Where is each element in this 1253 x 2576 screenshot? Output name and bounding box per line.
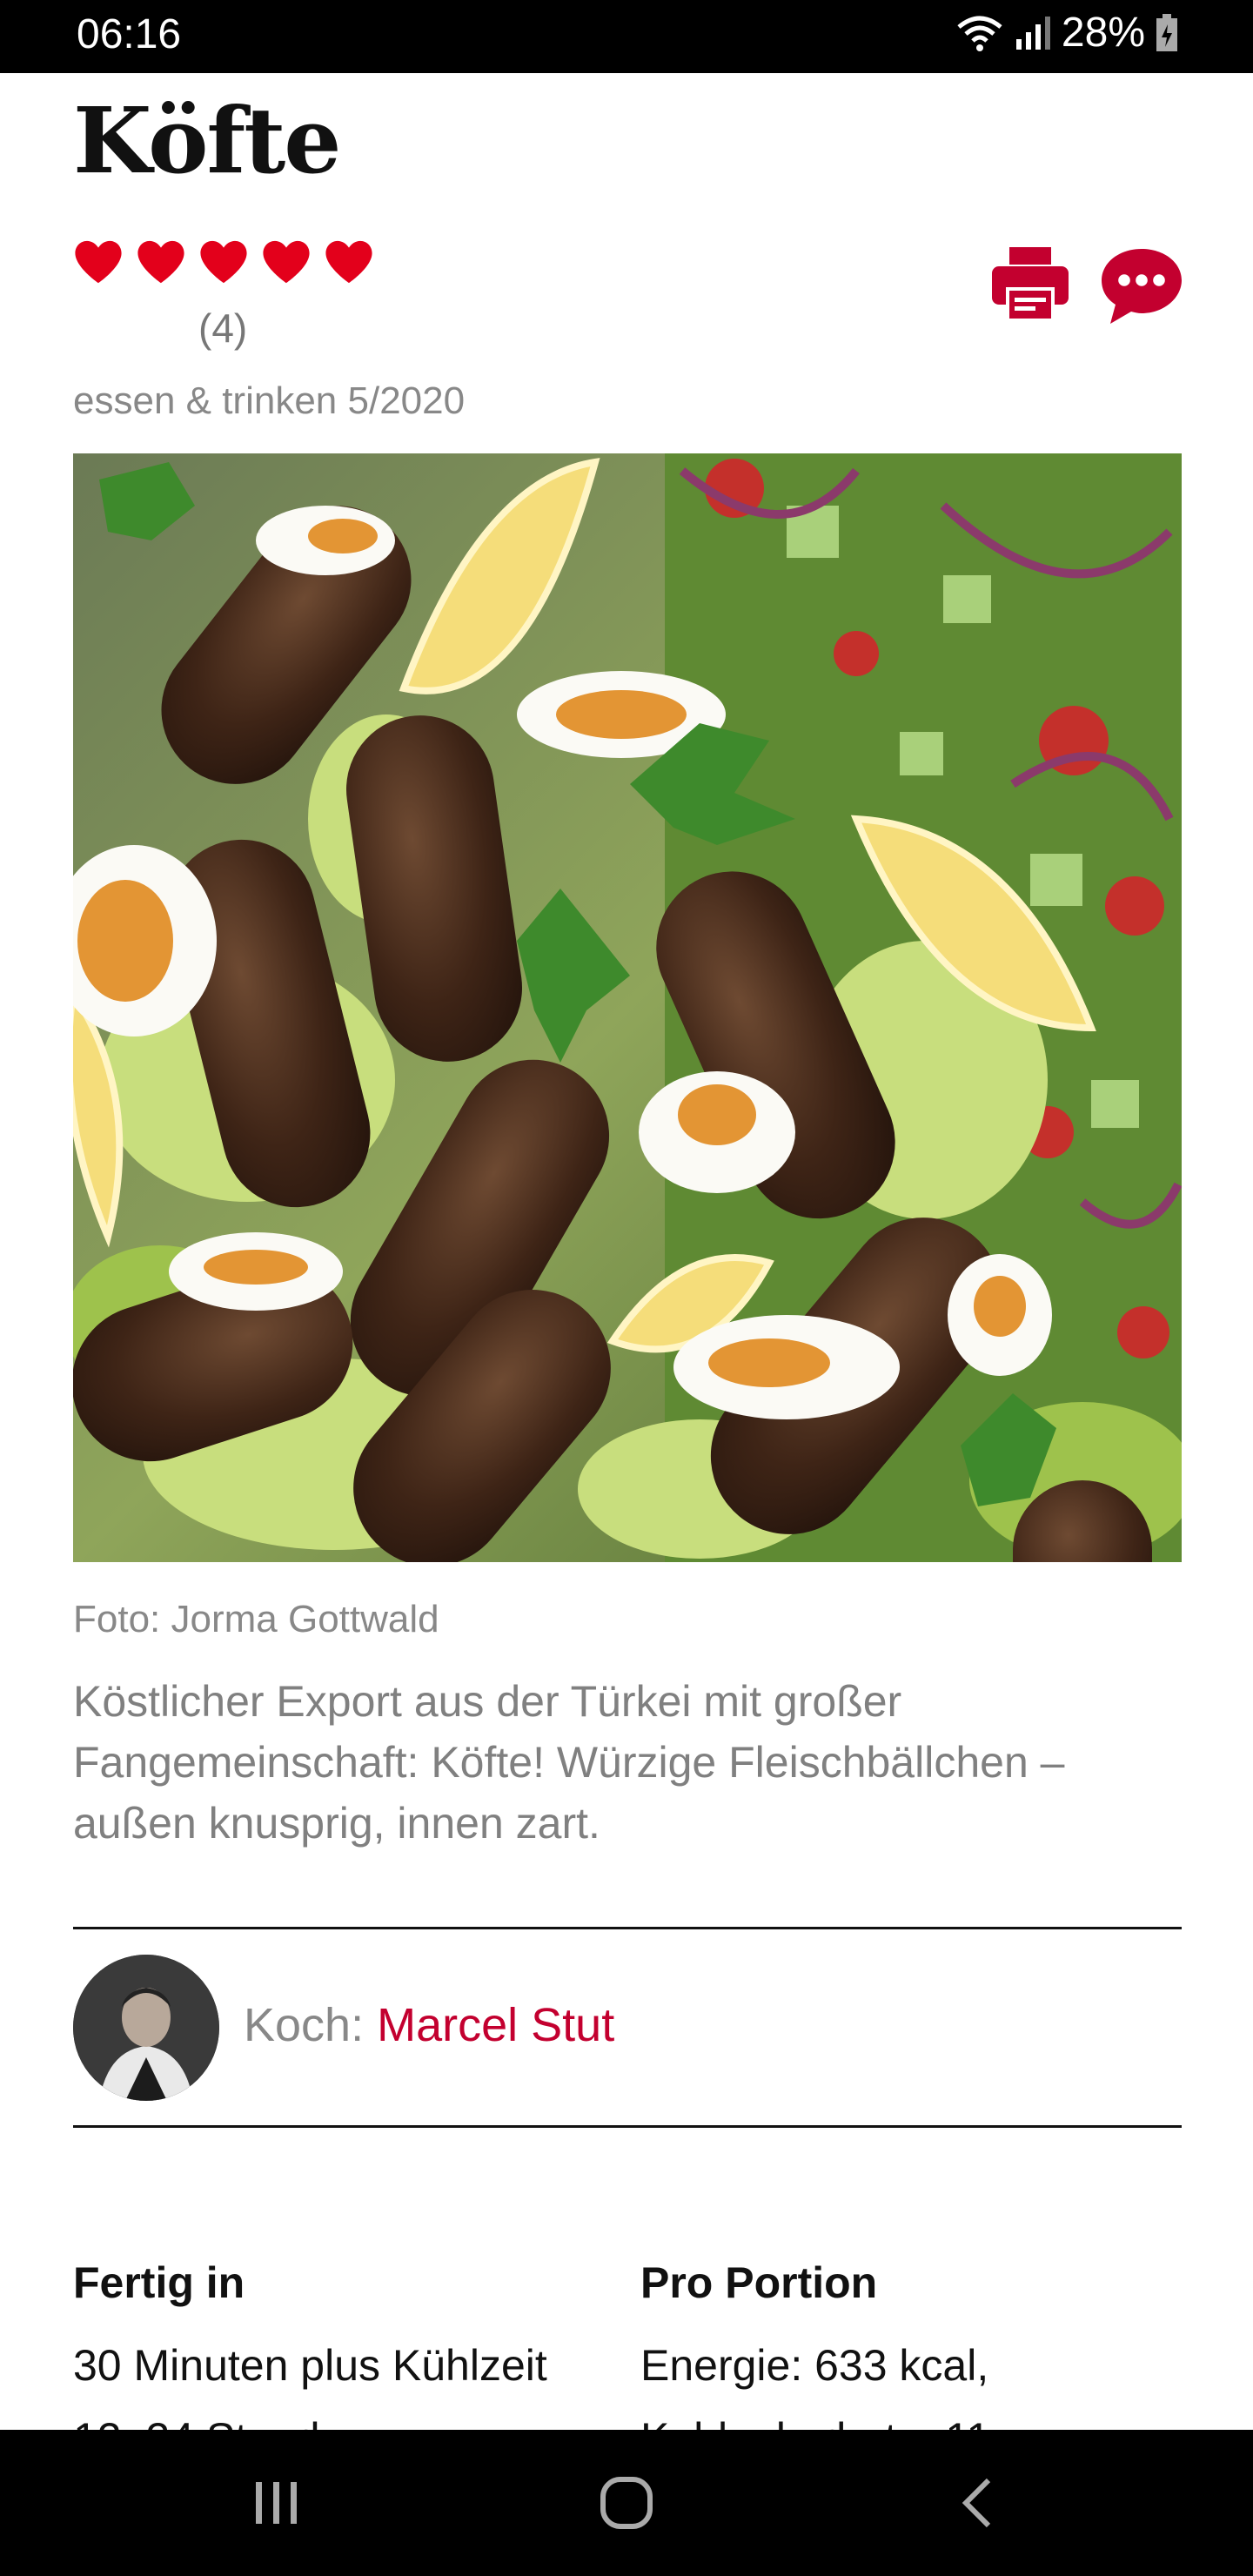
battery-icon (1156, 13, 1177, 51)
status-right: 28% (955, 9, 1178, 57)
recipe-description: Köstlicher Export aus der Türkei mit gro… (73, 1677, 1065, 1848)
recents-icon (256, 2482, 297, 2524)
wifi-icon (957, 16, 1002, 51)
signal-icon (1015, 16, 1050, 50)
home-icon (600, 2477, 653, 2529)
comment-icon[interactable] (1098, 244, 1185, 327)
recipe-source: essen & trinken 5/2020 (73, 379, 466, 422)
heart-icon (200, 240, 247, 284)
photo-credit: Foto: Jorma Gottwald (73, 1598, 439, 1640)
status-time: 06:16 (77, 11, 182, 57)
chef-line: Koch: Marcel Stut (244, 1998, 614, 2052)
print-icon[interactable] (988, 242, 1072, 325)
heart-icon (263, 240, 310, 284)
heart-icon (137, 240, 184, 284)
recents-button[interactable] (190, 2430, 364, 2576)
divider (73, 1927, 1182, 1929)
ready-heading: Fertig in (73, 2258, 245, 2307)
system-nav-bar (0, 2430, 1253, 2576)
home-button[interactable] (539, 2430, 714, 2576)
recipe-photo (73, 453, 1182, 1562)
chef-name-link[interactable]: Marcel Stut (377, 1999, 614, 2051)
recipe-title: Köfte (73, 87, 341, 194)
ready-line-1: 30 Minuten plus Kühlzeit (73, 2341, 547, 2390)
chef-avatar[interactable] (73, 1955, 219, 2101)
battery-percent: 28% (1061, 10, 1145, 56)
status-bar: 06:16 28% (0, 0, 1253, 73)
portion-line-1: Energie: 633 kcal, (640, 2341, 989, 2390)
heart-icon (325, 240, 372, 284)
back-icon (962, 2478, 991, 2528)
heart-icon (75, 240, 122, 284)
rating-count: (4) (198, 305, 248, 351)
back-button[interactable] (889, 2430, 1063, 2576)
portion-heading: Pro Portion (640, 2258, 878, 2307)
rating-hearts[interactable] (73, 237, 374, 287)
divider (73, 2125, 1182, 2128)
chef-label: Koch: (244, 1999, 365, 2051)
